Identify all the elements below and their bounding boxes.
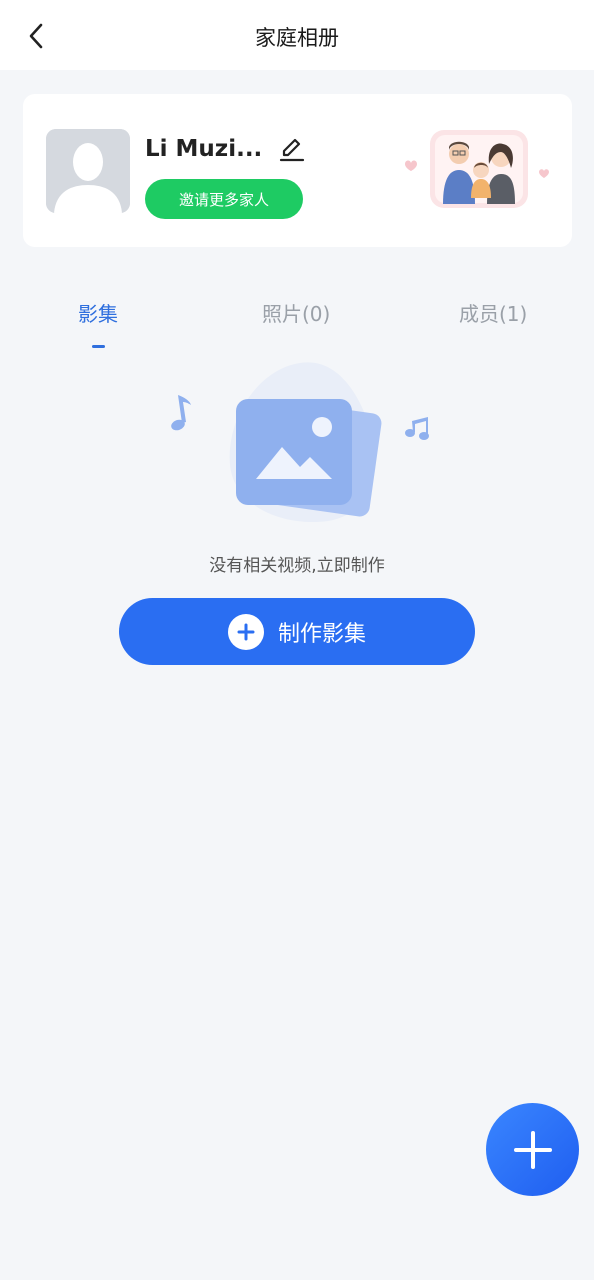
pencil-icon — [279, 138, 305, 162]
tab-members[interactable]: 成员(1) — [459, 298, 527, 327]
avatar[interactable] — [46, 129, 130, 213]
default-person-icon — [46, 129, 130, 213]
family-illustration — [405, 130, 549, 208]
page-title: 家庭相册 — [255, 26, 339, 50]
invite-family-button[interactable]: 邀请更多家人 — [145, 179, 303, 219]
top-bar: 家庭相册 — [0, 0, 594, 70]
make-album-button[interactable]: 制作影集 — [119, 598, 475, 665]
family-profile-card: Li Muzi... 邀请更多家人 — [23, 94, 572, 247]
empty-state-message: 没有相关视频,立即制作 — [209, 556, 385, 576]
plus-circle-icon — [227, 613, 264, 650]
active-tab-indicator — [92, 345, 105, 348]
family-name: Li Muzi... — [145, 136, 263, 162]
edit-name-button[interactable] — [277, 134, 307, 164]
add-fab-button[interactable] — [486, 1103, 579, 1196]
make-album-label: 制作影集 — [277, 621, 366, 647]
tab-albums[interactable]: 影集 — [78, 298, 118, 327]
plus-icon — [513, 1130, 552, 1169]
image-stack-icon — [171, 362, 429, 523]
page: 家庭相册 Li Muzi... 邀请更多家人 影集 照片(0) 成员(1) 没有… — [0, 0, 594, 1280]
tab-photos[interactable]: 照片(0) — [262, 298, 330, 327]
